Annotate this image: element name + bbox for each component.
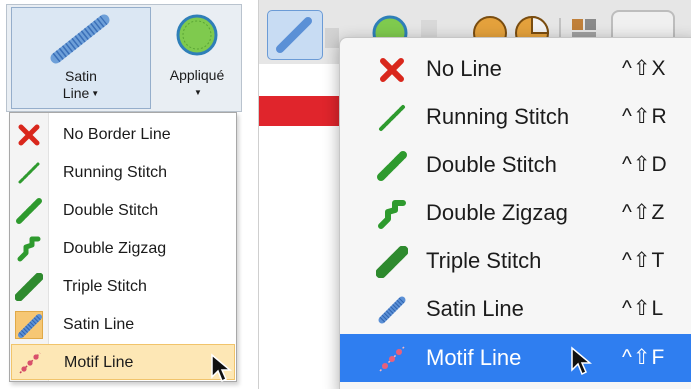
menu-item-label: Motif Line <box>426 345 522 370</box>
double-stitch-icon <box>376 150 408 182</box>
mouse-cursor-icon <box>570 346 592 376</box>
menu-item-satin-line[interactable]: Satin Line <box>11 307 235 343</box>
double-zigzag-icon <box>15 235 43 263</box>
x-icon <box>376 54 408 86</box>
menu-item-label: Triple Stitch <box>63 278 147 295</box>
keyboard-shortcut: ^⇧F <box>622 346 666 369</box>
satin-line-icon <box>376 294 408 326</box>
border-line-menu: No Border Line Running Stitch Double Sti… <box>9 112 237 383</box>
applique-icon <box>175 13 219 57</box>
keyboard-shortcut: ^⇧T <box>622 249 666 272</box>
menu-item-label: No Border Line <box>63 126 171 143</box>
menu-item-motif-line[interactable]: Motif Line ^⇧F <box>340 334 691 382</box>
menu-item-triple-stitch[interactable]: Triple Stitch ^⇧T <box>340 237 691 285</box>
chevron-down-icon[interactable] <box>325 28 339 48</box>
running-stitch-icon <box>376 102 408 134</box>
double-zigzag-icon <box>376 198 408 230</box>
menu-item-label: Double Stitch <box>63 202 159 219</box>
applique-label: Appliqué <box>169 67 225 83</box>
keyboard-shortcut: ^⇧Z <box>622 201 666 224</box>
keyboard-shortcut: ^⇧R <box>622 105 668 128</box>
menu-item-label: Satin Line <box>63 316 135 333</box>
triple-stitch-icon <box>15 273 43 301</box>
menu-item-running-stitch[interactable]: Running Stitch ^⇧R <box>340 93 691 141</box>
satin-line-toolbar-button[interactable] <box>267 10 323 60</box>
mouse-cursor-icon <box>210 353 232 383</box>
triple-stitch-icon <box>376 246 408 278</box>
menu-item-satin-line[interactable]: Satin Line ^⇧L <box>340 285 691 333</box>
menu-item-double-stitch[interactable]: Double Stitch ^⇧D <box>340 141 691 189</box>
menu-item-no-line[interactable]: No Line ^⇧X <box>340 45 691 93</box>
menu-item-motif-line[interactable]: Motif Line <box>11 344 235 383</box>
menu-item-label: Triple Stitch <box>426 248 542 273</box>
running-stitch-icon <box>15 159 43 187</box>
menu-item-label: Double Zigzag <box>426 200 568 225</box>
satin-line-icon <box>274 15 314 55</box>
menu-item-label: No Line <box>426 56 502 81</box>
satin-label-line1: Satin <box>65 68 97 84</box>
caret-down-icon: ▼ <box>91 89 100 98</box>
menu-item-label: Satin Line <box>426 296 524 321</box>
caret-down-icon: ▼ <box>194 88 202 97</box>
menu-item-label: Running Stitch <box>426 104 570 129</box>
satin-label-line2: Line <box>62 85 90 101</box>
menu-item-label: Double Zigzag <box>63 240 167 257</box>
menu-item-triple-stitch[interactable]: Triple Stitch <box>11 269 235 305</box>
red-stitch-line <box>259 96 339 126</box>
satin-line-icon <box>50 14 110 64</box>
menu-item-double-zigzag[interactable]: Double Zigzag <box>11 231 235 267</box>
menu-item-no-border-line[interactable]: No Border Line <box>11 117 235 153</box>
satin-line-ribbon-button[interactable]: Satin Line ▼ <box>11 7 151 109</box>
menu-item-label: Motif Line <box>64 354 134 371</box>
menu-item-double-zigzag[interactable]: Double Zigzag ^⇧Z <box>340 189 691 237</box>
windows-ribbon-panel: Satin Line ▼ Appliqué ▼ No Border Line R… <box>6 4 242 387</box>
menu-item-label: Running Stitch <box>63 164 168 181</box>
double-stitch-icon <box>15 197 43 225</box>
ribbon-group: Satin Line ▼ Appliqué ▼ <box>6 4 242 112</box>
motif-line-icon <box>376 343 408 375</box>
menu-item-label: Double Stitch <box>426 152 557 177</box>
motif-line-icon <box>16 349 44 377</box>
mac-app-panel: No Line ^⇧X Running Stitch ^⇧R Double St… <box>258 0 691 389</box>
keyboard-shortcut: ^⇧X <box>622 57 667 80</box>
menu-item-double-stitch[interactable]: Double Stitch <box>11 193 235 229</box>
keyboard-shortcut: ^⇧L <box>622 297 665 320</box>
keyboard-shortcut: ^⇧D <box>622 153 668 176</box>
line-type-menu: No Line ^⇧X Running Stitch ^⇧R Double St… <box>339 37 691 389</box>
applique-ribbon-button[interactable]: Appliqué ▼ <box>157 7 237 109</box>
satin-line-icon <box>15 311 43 339</box>
panel-divider <box>248 0 256 389</box>
x-icon <box>15 121 43 149</box>
menu-item-running-stitch[interactable]: Running Stitch <box>11 155 235 191</box>
